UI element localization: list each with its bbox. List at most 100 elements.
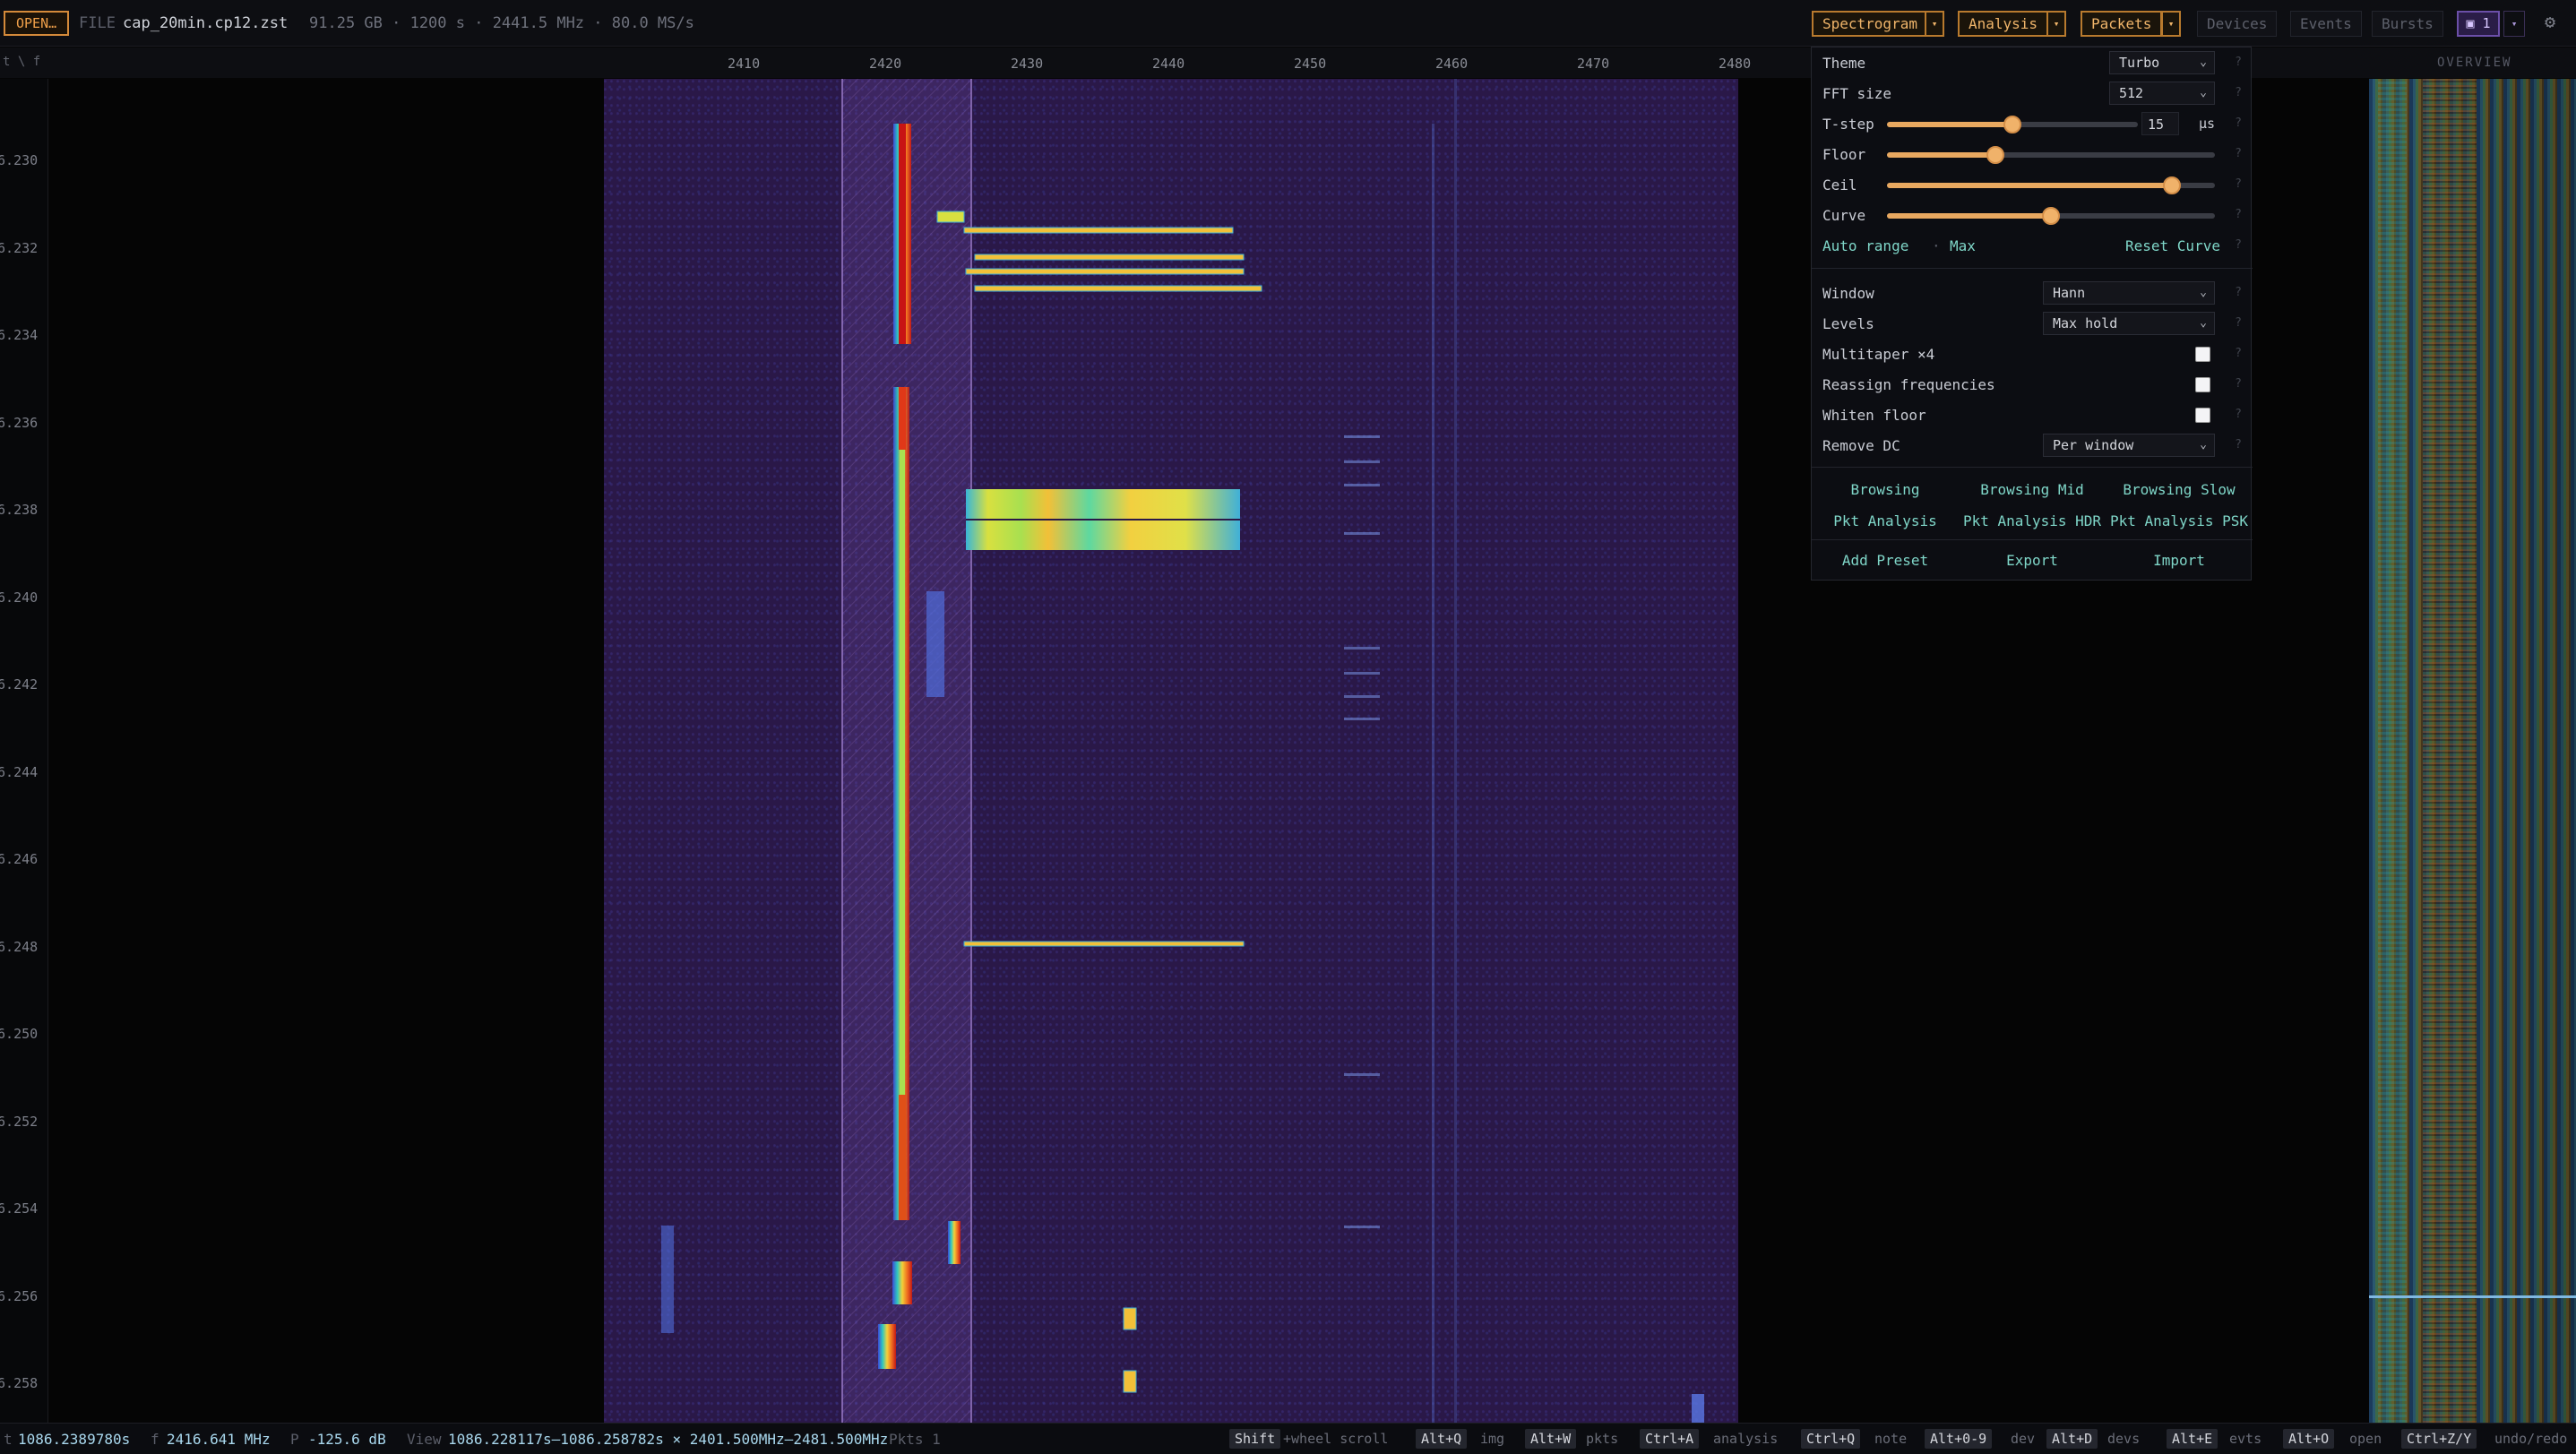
time-value: 1086.2389780s xyxy=(18,1431,131,1448)
theme-label: Theme xyxy=(1822,55,1866,72)
packet-horizontal xyxy=(974,285,1262,292)
bursts-button[interactable]: Bursts xyxy=(2372,11,2443,37)
x-tick-label: 2440 xyxy=(1152,56,1185,72)
workspace-badge[interactable]: ▣ 1 xyxy=(2457,11,2500,37)
power-key: P xyxy=(290,1431,299,1448)
shortcut-key: Alt+0-9 xyxy=(1925,1429,1993,1449)
levels-label: Levels xyxy=(1822,315,1874,332)
slider-knob[interactable] xyxy=(2042,207,2060,225)
y-tick-label: 86.234 xyxy=(0,327,39,343)
help-icon[interactable]: ? xyxy=(2235,316,2242,330)
help-icon[interactable]: ? xyxy=(2235,116,2242,130)
slider-fill xyxy=(1887,152,1995,158)
workspace-dropdown-icon[interactable]: ▾ xyxy=(2503,11,2525,37)
curve-slider[interactable] xyxy=(1887,207,2215,225)
preset-pkt-analysis-hdr[interactable]: Pkt Analysis HDR xyxy=(1959,512,2106,529)
y-tick-label: 86.244 xyxy=(0,764,39,780)
slider-knob[interactable] xyxy=(2003,116,2021,133)
preset-browsing-mid[interactable]: Browsing Mid xyxy=(1959,481,2106,498)
burst-small xyxy=(936,211,965,223)
preset-pkt-analysis[interactable]: Pkt Analysis xyxy=(1812,512,1959,529)
levels-row: Levels Max hold ⌄ ? xyxy=(1812,308,2253,339)
overview-viewport-marker[interactable] xyxy=(2369,1295,2576,1298)
reassign-row: Reassign frequencies ? xyxy=(1812,369,2253,400)
remove-dc-label: Remove DC xyxy=(1822,437,1900,454)
packet-horizontal xyxy=(965,268,1245,275)
curve-row: Curve ? xyxy=(1812,200,2253,230)
floor-slider[interactable] xyxy=(1887,146,2215,164)
spectrogram-dropdown-icon[interactable]: ▾ xyxy=(1925,11,1944,37)
top-toolbar: OPEN… FILE cap_20min.cp12.zst 91.25 GB ·… xyxy=(0,0,2576,47)
floor-row: Floor ? xyxy=(1812,139,2253,169)
help-icon[interactable]: ? xyxy=(2235,86,2242,99)
packets-dropdown-icon[interactable]: ▾ xyxy=(2161,11,2181,37)
x-tick-label: 2450 xyxy=(1294,56,1327,72)
settings-gear-icon[interactable]: ⚙ xyxy=(2545,11,2555,32)
help-icon[interactable]: ? xyxy=(2235,177,2242,191)
freq-key: f xyxy=(151,1431,159,1448)
window-select[interactable]: Hann ⌄ xyxy=(2043,281,2215,305)
spectrogram-graphics xyxy=(661,79,1704,1423)
preset-pkt-analysis-psk[interactable]: Pkt Analysis PSK xyxy=(2106,512,2253,529)
curve-label: Curve xyxy=(1822,207,1866,224)
add-preset-button[interactable]: Add Preset xyxy=(1812,552,1959,569)
help-icon[interactable]: ? xyxy=(2235,238,2242,252)
ceil-slider[interactable] xyxy=(1887,176,2215,194)
events-button[interactable]: Events xyxy=(2290,11,2362,37)
preset-browsing[interactable]: Browsing xyxy=(1812,481,1959,498)
help-icon[interactable]: ? xyxy=(2235,377,2242,391)
preset-browsing-slow[interactable]: Browsing Slow xyxy=(2106,481,2253,498)
help-icon[interactable]: ? xyxy=(2235,147,2242,160)
spectrogram-canvas[interactable] xyxy=(604,79,1738,1423)
reset-curve-link[interactable]: Reset Curve xyxy=(2125,237,2220,254)
levels-value: Max hold xyxy=(2053,315,2118,331)
export-button[interactable]: Export xyxy=(1959,552,2106,569)
help-icon[interactable]: ? xyxy=(2235,208,2242,221)
divider xyxy=(1812,539,2253,540)
tstep-slider[interactable] xyxy=(1887,116,2138,133)
power-value: -125.6 dB xyxy=(308,1431,386,1448)
help-icon[interactable]: ? xyxy=(2235,56,2242,69)
packets-count: Pkts 1 xyxy=(889,1431,941,1448)
slider-fill xyxy=(1887,122,2012,127)
help-icon[interactable]: ? xyxy=(2235,438,2242,452)
y-tick-label: 86.232 xyxy=(0,240,39,256)
theme-select[interactable]: Turbo ⌄ xyxy=(2109,51,2215,74)
reassign-checkbox[interactable] xyxy=(2195,377,2210,392)
faint-packet xyxy=(1344,435,1380,438)
view-key: View xyxy=(407,1431,442,1448)
help-icon[interactable]: ? xyxy=(2235,408,2242,421)
chevron-down-icon: ⌄ xyxy=(2200,438,2207,452)
import-button[interactable]: Import xyxy=(2106,552,2253,569)
burst-faint xyxy=(661,1226,674,1333)
devices-button[interactable]: Devices xyxy=(2197,11,2278,37)
max-link[interactable]: Max xyxy=(1950,237,1976,254)
open-file-button[interactable]: OPEN… xyxy=(4,11,70,36)
overview-strip[interactable] xyxy=(2369,79,2576,1423)
help-icon[interactable]: ? xyxy=(2235,347,2242,360)
y-tick-label: 86.236 xyxy=(0,415,39,431)
shortcut-key: Ctrl+Q xyxy=(1801,1429,1861,1449)
analysis-dropdown-icon[interactable]: ▾ xyxy=(2046,11,2066,37)
auto-range-link[interactable]: Auto range xyxy=(1822,237,1908,254)
view-value: 1086.228117s–1086.258782s × 2401.500MHz–… xyxy=(448,1431,889,1448)
shortcut-desc: dev xyxy=(2011,1431,2036,1447)
remove-dc-select[interactable]: Per window ⌄ xyxy=(2043,434,2215,457)
slider-knob[interactable] xyxy=(1986,146,2004,164)
multitaper-checkbox[interactable] xyxy=(2195,347,2210,362)
reassign-label: Reassign frequencies xyxy=(1822,376,1995,393)
shortcut-desc: analysis xyxy=(1713,1431,1779,1447)
slider-knob[interactable] xyxy=(2163,176,2182,194)
divider xyxy=(1812,467,2253,468)
whiten-checkbox[interactable] xyxy=(2195,408,2210,423)
fft-size-select[interactable]: 512 ⌄ xyxy=(2109,82,2215,105)
analysis-button[interactable]: Analysis xyxy=(1958,11,2049,37)
help-icon[interactable]: ? xyxy=(2235,286,2242,299)
whiten-label: Whiten floor xyxy=(1822,407,1926,424)
packets-button[interactable]: Packets xyxy=(2081,11,2163,37)
y-tick-label: 86.252 xyxy=(0,1114,39,1130)
levels-select[interactable]: Max hold ⌄ xyxy=(2043,312,2215,335)
ceil-row: Ceil ? xyxy=(1812,169,2253,200)
tstep-value[interactable]: 15 xyxy=(2141,112,2179,135)
spectrogram-button[interactable]: Spectrogram xyxy=(1812,11,1928,37)
